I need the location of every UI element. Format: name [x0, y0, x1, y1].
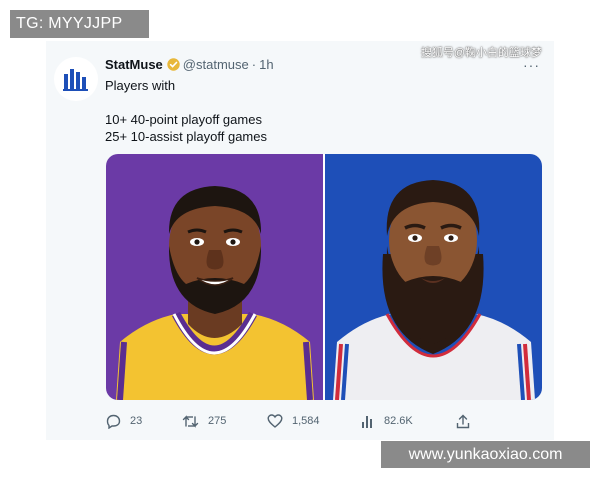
- reply-count: 23: [130, 415, 143, 427]
- tweet-text-line: 25+ 10-assist playoff games: [105, 129, 267, 144]
- heart-icon: [267, 414, 283, 428]
- avatar[interactable]: [54, 57, 98, 101]
- retweet-icon: [182, 414, 199, 428]
- separator-dot: ·: [251, 57, 257, 72]
- statmuse-logo-icon: [63, 69, 88, 91]
- tweet-text-line: Players with: [105, 78, 176, 93]
- share-icon: [456, 414, 470, 428]
- reply-icon: [106, 414, 121, 429]
- tweet-actions: 23 275 1,584 82.6K: [106, 411, 476, 431]
- more-options-icon[interactable]: ···: [523, 57, 540, 73]
- view-count: 82.6K: [384, 415, 413, 427]
- tweet-media[interactable]: [106, 154, 542, 400]
- author-handle[interactable]: @statmuse: [183, 57, 249, 72]
- retweet-count: 275: [208, 415, 227, 427]
- tweet-header: StatMuse @statmuse · 1h: [105, 57, 274, 72]
- tg-watermark: TG: MYYJJPP: [10, 10, 149, 38]
- tweet-time[interactable]: 1h: [259, 57, 273, 72]
- retweet-button[interactable]: 275: [182, 414, 226, 429]
- player-illustration-right[interactable]: [325, 154, 542, 400]
- like-button[interactable]: 1,584: [267, 414, 320, 428]
- views-button[interactable]: 82.6K: [361, 414, 413, 428]
- player-portrait-purple-jersey: [116, 186, 314, 400]
- tweet-card[interactable]: 搜狐号@鞠小白的篮球梦 StatMuse @statmuse · 1h ··· …: [46, 41, 554, 440]
- verified-badge-icon: [167, 58, 180, 71]
- tweet-text-line: 10+ 40-point playoff games: [105, 112, 262, 127]
- tweet-text: Players with 10+ 40-point playoff games …: [105, 77, 267, 145]
- site-watermark: www.yunkaoxiao.com: [381, 441, 590, 468]
- views-bar-chart-icon: [362, 416, 372, 428]
- author-name[interactable]: StatMuse: [105, 57, 163, 72]
- reply-button[interactable]: 23: [106, 414, 142, 429]
- share-button[interactable]: [456, 414, 479, 429]
- like-count: 1,584: [292, 415, 320, 427]
- player-portrait-blue-background: [333, 180, 535, 400]
- player-illustration-left[interactable]: [106, 154, 323, 400]
